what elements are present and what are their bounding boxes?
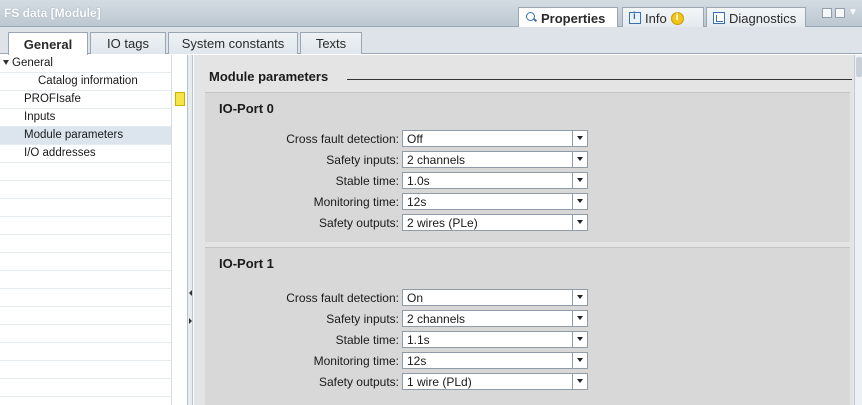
tab-general[interactable]: General [8, 32, 88, 55]
cross-fault-detection-dropdown[interactable]: Off [402, 130, 588, 147]
section-divider [347, 79, 852, 80]
info-icon [629, 11, 641, 24]
tree-item-label: PROFIsafe [24, 93, 81, 105]
io-port-0-title: IO-Port 0 [219, 101, 274, 116]
dropdown-arrow-icon[interactable] [572, 152, 587, 167]
tree-item-general[interactable]: General [0, 55, 53, 72]
param-label: Stable time: [335, 174, 399, 188]
collapse-left-icon[interactable] [189, 290, 192, 296]
io-port-0-panel: IO-Port 0 Cross fault detection: Off Saf… [205, 92, 850, 242]
dropdown-value: 12s [407, 354, 427, 368]
dropdown-value: 1.1s [407, 333, 430, 347]
navigation-tree: General Catalog information PROFIsafe In… [0, 55, 188, 405]
diagnostics-icon [713, 12, 725, 24]
scrollbar-thumb[interactable] [856, 57, 862, 77]
io-port-1-panel: IO-Port 1 Cross fault detection: On Safe… [205, 247, 850, 405]
window-title: FS data [Module] [4, 6, 101, 20]
dropdown-arrow-icon[interactable] [572, 353, 587, 368]
tab-info-label: Info [645, 10, 667, 26]
tab-diagnostics[interactable]: Diagnostics [706, 7, 806, 28]
dropdown-arrow-icon[interactable] [572, 290, 587, 305]
magnifier-icon [525, 12, 537, 24]
expand-caret-icon[interactable] [3, 60, 9, 65]
expand-right-icon[interactable] [189, 318, 192, 324]
title-bar: FS data [Module] Properties Info Diagnos… [0, 0, 862, 28]
window-controls: ▼ [822, 8, 858, 18]
tab-io-tags[interactable]: IO tags [90, 32, 166, 54]
param-label: Safety inputs: [326, 153, 399, 167]
tree-item-catalog-information[interactable]: Catalog information [38, 73, 138, 90]
dropdown-value: 2 wires (PLe) [407, 216, 478, 230]
param-row: Safety outputs: 2 wires (PLe) [205, 214, 850, 232]
param-row: Safety outputs: 1 wire (PLd) [205, 373, 850, 391]
param-label: Monitoring time: [313, 195, 399, 209]
dropdown-arrow-icon[interactable] [572, 332, 587, 347]
stable-time-dropdown[interactable]: 1.1s [402, 331, 588, 348]
warning-marker-icon [175, 92, 185, 106]
safety-inputs-dropdown[interactable]: 2 channels [402, 310, 588, 327]
dropdown-value: On [407, 291, 424, 305]
monitoring-time-dropdown[interactable]: 12s [402, 193, 588, 210]
dropdown-value: Off [407, 132, 423, 146]
dropdown-arrow-icon[interactable] [572, 215, 587, 230]
dropdown-value: 2 channels [407, 153, 466, 167]
param-label: Safety outputs: [318, 216, 399, 230]
tree-item-inputs[interactable]: Inputs [24, 109, 55, 126]
param-row: Monitoring time: 12s [205, 352, 850, 370]
tab-texts[interactable]: Texts [300, 32, 362, 54]
param-row: Stable time: 1.1s [205, 331, 850, 349]
tree-item-label: General [12, 57, 53, 69]
monitoring-time-dropdown[interactable]: 12s [402, 352, 588, 369]
stable-time-dropdown[interactable]: 1.0s [402, 172, 588, 189]
param-row: Cross fault detection: On [205, 289, 850, 307]
tree-item-io-addresses[interactable]: I/O addresses [24, 145, 96, 162]
tree-item-label: Catalog information [38, 75, 138, 87]
vertical-scrollbar[interactable] [854, 55, 862, 405]
tree-item-label: I/O addresses [24, 147, 96, 159]
dropdown-value: 2 channels [407, 312, 466, 326]
dropdown-arrow-icon[interactable] [572, 131, 587, 146]
dropdown-value: 12s [407, 195, 427, 209]
dropdown-arrow-icon[interactable] [572, 173, 587, 188]
dropdown-arrow-icon[interactable] [572, 374, 587, 389]
dropdown-arrow-icon[interactable] [572, 311, 587, 326]
dropdown-value: 1.0s [407, 174, 430, 188]
chevron-down-icon[interactable]: ▼ [848, 8, 858, 18]
tree-item-profisafe[interactable]: PROFIsafe [24, 91, 81, 108]
maximize-window-icon[interactable] [835, 8, 845, 18]
cross-fault-detection-dropdown[interactable]: On [402, 289, 588, 306]
tab-properties-label: Properties [541, 10, 606, 26]
tab-bar: General IO tags System constants Texts [0, 27, 862, 55]
tab-system-constants[interactable]: System constants [168, 32, 298, 54]
tab-properties[interactable]: Properties [518, 7, 618, 28]
dropdown-arrow-icon[interactable] [572, 194, 587, 209]
param-label: Cross fault detection: [286, 132, 399, 146]
section-title: Module parameters [209, 69, 329, 84]
io-port-1-title: IO-Port 1 [219, 256, 274, 271]
tab-info[interactable]: Info [622, 7, 704, 28]
dropdown-value: 1 wire (PLd) [407, 375, 472, 389]
tree-item-label: Inputs [24, 111, 56, 123]
tab-diagnostics-label: Diagnostics [729, 10, 797, 26]
param-row: Monitoring time: 12s [205, 193, 850, 211]
param-row: Safety inputs: 2 channels [205, 310, 850, 328]
safety-outputs-dropdown[interactable]: 1 wire (PLd) [402, 373, 588, 390]
param-row: Stable time: 1.0s [205, 172, 850, 190]
param-label: Safety inputs: [326, 312, 399, 326]
float-window-icon[interactable] [822, 8, 832, 18]
param-row: Safety inputs: 2 channels [205, 151, 850, 169]
tree-item-label: Module parameters [24, 129, 124, 141]
content-area: Module parameters IO-Port 0 Cross fault … [194, 55, 854, 405]
tree-item-module-parameters[interactable]: Module parameters [0, 127, 171, 144]
param-label: Safety outputs: [318, 375, 399, 389]
param-label: Cross fault detection: [286, 291, 399, 305]
info-badge-icon [670, 11, 684, 25]
param-label: Monitoring time: [313, 354, 399, 368]
safety-inputs-dropdown[interactable]: 2 channels [402, 151, 588, 168]
tree-separator [171, 55, 172, 405]
pane-splitter[interactable] [188, 55, 193, 405]
param-label: Stable time: [335, 333, 399, 347]
safety-outputs-dropdown[interactable]: 2 wires (PLe) [402, 214, 588, 231]
param-row: Cross fault detection: Off [205, 130, 850, 148]
